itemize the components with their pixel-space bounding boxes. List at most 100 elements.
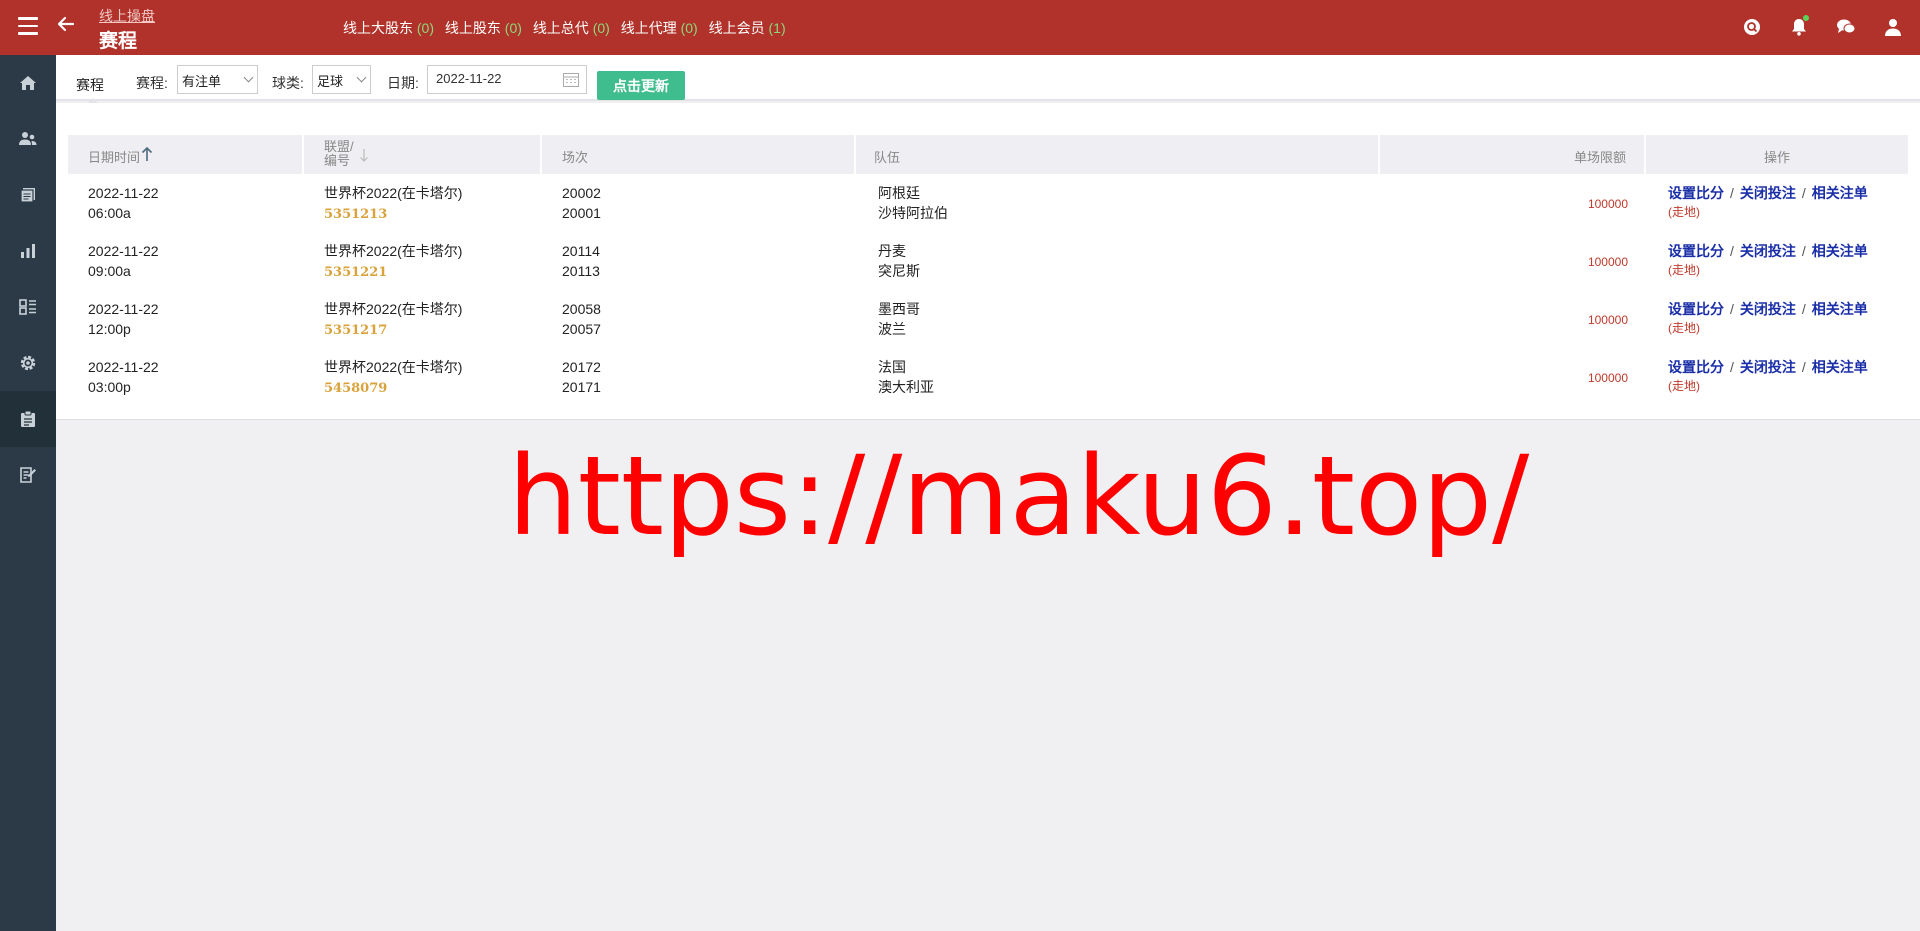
row-actions: 设置比分 / 关闭投注 / 相关注单 (走地) <box>1668 359 1868 393</box>
close-bet-link[interactable]: 关闭投注 <box>1740 359 1796 375</box>
row-actions: 设置比分 / 关闭投注 / 相关注单 (走地) <box>1668 301 1868 335</box>
chevron-down-icon <box>356 72 367 83</box>
row-datetime: 2022-11-22 03:00p <box>88 359 159 395</box>
home-icon <box>20 76 36 90</box>
event-code: 5351213 <box>324 207 388 222</box>
sidebar-item-report[interactable] <box>0 447 56 503</box>
close-bet-link[interactable]: 关闭投注 <box>1740 185 1796 201</box>
live-tag: (走地) <box>1668 321 1700 335</box>
column-header-teams: 队伍 <box>856 135 1380 174</box>
row-teams: 墨西哥 波兰 <box>878 301 920 337</box>
row-league: 世界杯2022(在卡塔尔) 5458079 <box>324 359 463 396</box>
sidebar-item-list[interactable] <box>0 279 56 335</box>
filter-bar: 赛程 赛程: 有注单 球类: 足球 日期: 2022-11-22 点击更新 <box>56 55 1920 105</box>
row-limit: 100000 <box>1587 313 1628 327</box>
row-teams: 阿根廷 沙特阿拉伯 <box>878 185 948 221</box>
date-filter-label: 日期: <box>387 75 419 91</box>
hamburger-menu-icon[interactable] <box>18 17 38 35</box>
chart-icon <box>21 244 35 258</box>
set-score-link[interactable]: 设置比分 <box>1668 359 1724 375</box>
table-header: 日期时间 联盟/编号 场次 队伍 单场限额 操作 <box>68 135 1908 174</box>
sidebar-item-settings[interactable] <box>0 335 56 391</box>
column-header-limit: 单场限额 <box>1380 135 1646 174</box>
sidebar <box>0 55 56 931</box>
set-score-link[interactable]: 设置比分 <box>1668 185 1724 201</box>
sidebar-item-schedule[interactable] <box>0 391 56 447</box>
sidebar-item-users[interactable] <box>0 111 56 167</box>
row-limit: 100000 <box>1587 255 1628 269</box>
header-icons <box>1739 14 1906 40</box>
online-shareholder-link[interactable]: 线上股东 (0) <box>445 20 522 36</box>
related-bets-link[interactable]: 相关注单 <box>1812 243 1868 259</box>
online-major-shareholder-link[interactable]: 线上大股东 (0) <box>343 20 434 36</box>
row-league: 世界杯2022(在卡塔尔) 5351213 <box>324 185 463 222</box>
related-bets-link[interactable]: 相关注单 <box>1812 185 1868 201</box>
row-datetime: 2022-11-22 06:00a <box>88 185 159 221</box>
bell-icon[interactable] <box>1786 14 1812 40</box>
column-header-datetime[interactable]: 日期时间 <box>68 135 304 174</box>
row-teams: 丹麦 突尼斯 <box>878 243 920 279</box>
row-actions: 设置比分 / 关闭投注 / 相关注单 (走地) <box>1668 243 1868 277</box>
row-match-numbers: 20058 20057 <box>562 301 601 337</box>
related-bets-link[interactable]: 相关注单 <box>1812 359 1868 375</box>
row-actions: 设置比分 / 关闭投注 / 相关注单 (走地) <box>1668 185 1868 219</box>
sidebar-item-statistics[interactable] <box>0 223 56 279</box>
table-row: 2022-11-22 06:00a 世界杯2022(在卡塔尔) 5351213 20… <box>68 174 1908 232</box>
set-score-link[interactable]: 设置比分 <box>1668 301 1724 317</box>
calendar-icon[interactable] <box>563 72 579 87</box>
notification-dot <box>1803 15 1809 21</box>
tab-schedule[interactable]: 赛程 <box>76 75 104 95</box>
sidebar-item-documents[interactable] <box>0 167 56 223</box>
sport-filter-label: 球类: <box>272 75 304 91</box>
row-teams: 法国 澳大利亚 <box>878 359 934 395</box>
row-match-numbers: 20172 20171 <box>562 359 601 395</box>
row-league: 世界杯2022(在卡塔尔) 5351217 <box>324 301 463 338</box>
chat-icon[interactable] <box>1833 14 1859 40</box>
date-input[interactable]: 2022-11-22 <box>427 65 587 94</box>
close-bet-link[interactable]: 关闭投注 <box>1740 301 1796 317</box>
sport-filter-select[interactable]: 足球 <box>312 65 371 94</box>
row-league: 世界杯2022(在卡塔尔) 5351221 <box>324 243 463 280</box>
sport-filter-value: 足球 <box>317 74 344 89</box>
live-tag: (走地) <box>1668 263 1700 277</box>
top-bar: 线上操盘 赛程 线上大股东 (0) 线上股东 (0) 线上总代 (0) 线上代理… <box>0 0 1920 55</box>
schedule-filter-value: 有注单 <box>182 74 222 89</box>
breadcrumb[interactable]: 线上操盘 <box>99 6 155 26</box>
settings-icon <box>20 355 36 371</box>
report-icon <box>20 467 36 483</box>
live-tag: (走地) <box>1668 379 1700 393</box>
event-code: 5351221 <box>324 265 388 280</box>
arrow-up-icon[interactable] <box>141 146 153 162</box>
column-header-ops: 操作 <box>1763 150 1790 165</box>
arrow-down-icon[interactable] <box>359 148 369 162</box>
schedule-filter-select[interactable]: 有注单 <box>177 65 258 94</box>
table-row: 2022-11-22 09:00a 世界杯2022(在卡塔尔) 5351221 20… <box>68 232 1908 290</box>
online-links: 线上大股东 (0) 线上股东 (0) 线上总代 (0) 线上代理 (0) 线上会… <box>343 18 793 38</box>
sidebar-item-home[interactable] <box>0 55 56 111</box>
online-general-agent-link[interactable]: 线上总代 (0) <box>533 20 610 36</box>
row-match-numbers: 20114 20113 <box>562 243 600 279</box>
schedule-filter-label: 赛程: <box>136 75 168 91</box>
set-score-link[interactable]: 设置比分 <box>1668 243 1724 259</box>
table-row: 2022-11-22 03:00p 世界杯2022(在卡塔尔) 5458079 20… <box>68 348 1908 406</box>
column-header-league[interactable]: 联盟/编号 <box>304 135 542 174</box>
page-title: 赛程 <box>99 31 138 52</box>
clipboard-icon <box>21 410 35 427</box>
related-bets-link[interactable]: 相关注单 <box>1812 301 1868 317</box>
search-icon[interactable] <box>1739 14 1765 40</box>
table-row: 2022-11-22 12:00p 世界杯2022(在卡塔尔) 5351217 20… <box>68 290 1908 348</box>
row-datetime: 2022-11-22 12:00p <box>88 301 159 337</box>
online-member-link[interactable]: 线上会员 (1) <box>709 20 786 36</box>
chevron-down-icon <box>243 72 254 83</box>
user-icon[interactable] <box>1880 14 1906 40</box>
column-header-match: 场次 <box>542 135 856 174</box>
online-agent-link[interactable]: 线上代理 (0) <box>621 20 698 36</box>
refresh-button[interactable]: 点击更新 <box>597 71 685 100</box>
event-code: 5351217 <box>324 323 388 338</box>
back-arrow-icon[interactable] <box>56 14 78 40</box>
event-code: 5458079 <box>324 381 388 396</box>
close-bet-link[interactable]: 关闭投注 <box>1740 243 1796 259</box>
row-limit: 100000 <box>1587 371 1628 385</box>
users-icon <box>19 132 37 145</box>
list-icon <box>19 299 36 315</box>
